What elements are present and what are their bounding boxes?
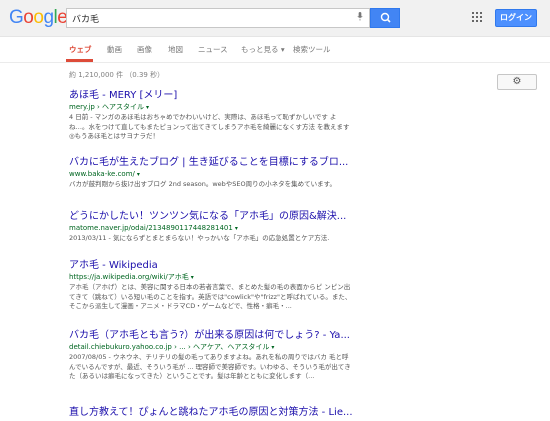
result-url-text: mery.jp › ヘアスタイル (69, 103, 145, 111)
result-title-link[interactable]: 直し方教えて！ぴょんと跳ねたアホ毛の原因と対策方法 - Lie... (69, 406, 354, 419)
search-input[interactable]: バカ毛 (66, 8, 370, 28)
result-url: detail.chiebukuro.yahoo.co.jp › ... › ヘア… (69, 342, 354, 353)
result-url: matome.naver.jp/odai/2134890117448281401… (69, 223, 354, 234)
result-url: https://ja.wikipedia.org/wiki/アホ毛 ▾ (69, 272, 354, 283)
result-url-text: detail.chiebukuro.yahoo.co.jp › ... › ヘア… (69, 343, 270, 351)
result-title-link[interactable]: アホ毛 - Wikipedia (69, 259, 354, 272)
search-icon (380, 12, 391, 23)
logo-letter: o (33, 7, 44, 28)
result-url-text: www.baka-ke.com/ (69, 170, 135, 178)
chevron-down-icon[interactable]: ▾ (235, 225, 238, 232)
result-snippet: 2013/03/11 - 気にならずとまとまらない！やっかいな「アホ毛」の応急処… (69, 234, 330, 242)
search-query: バカ毛 (72, 15, 100, 25)
search-result: アホ毛 - Wikipedia https://ja.wikipedia.org… (69, 259, 354, 312)
search-result: 直し方教えて！ぴょんと跳ねたアホ毛の原因と対策方法 - Lie... (69, 406, 354, 419)
search-result: バカ毛（アホ毛とも言う?）が出来る原因は何でしょう? - Ya... detai… (69, 329, 354, 382)
result-title-link[interactable]: どうにかしたい！ツンツン気になる「アホ毛」の原因&解決... (69, 210, 354, 223)
tab-news[interactable]: ニュース (198, 44, 228, 55)
active-tab-indicator (66, 59, 93, 62)
apps-grid-icon[interactable] (472, 12, 484, 24)
login-button[interactable]: ログイン (495, 9, 537, 27)
tab-web[interactable]: ウェブ (69, 44, 92, 55)
chevron-down-icon[interactable]: ▾ (191, 274, 194, 281)
google-logo[interactable]: Google (9, 7, 68, 29)
result-title-link[interactable]: バカに毛が生えたブログ | 生き延びることを目標にするブロ... (69, 156, 354, 169)
result-url-text: https://ja.wikipedia.org/wiki/アホ毛 (69, 273, 189, 281)
search-result: あほ毛 - MERY [メリー] mery.jp › ヘアスタイル ▾ 4 日前 … (69, 89, 354, 142)
chevron-down-icon[interactable]: ▾ (146, 104, 149, 111)
result-snippet: バカが鼓判剛から抜け出すブログ 2nd season。webやSEO周りの小ネタ… (69, 180, 337, 188)
result-snippet: 4 日前 - マンガのあほ毛はおちゃめでかわいいけど、実際は、あほ毛って恥ずかし… (69, 113, 350, 140)
result-url: mery.jp › ヘアスタイル ▾ (69, 102, 354, 113)
search-result: バカに毛が生えたブログ | 生き延びることを目標にするブロ... www.bak… (69, 156, 354, 190)
result-stats: 約 1,210,000 件 （0.39 秒） (69, 71, 165, 79)
result-url: www.baka-ke.com/▾ (69, 169, 354, 180)
tab-videos[interactable]: 動画 (107, 44, 122, 55)
result-title-link[interactable]: あほ毛 - MERY [メリー] (69, 89, 354, 102)
top-bar: Google バカ毛 ログイン (0, 0, 550, 37)
result-snippet: アホ毛（アホげ）とは、美容に関する日本の若者言葉で、まとめた髪の毛の表面からピ … (69, 283, 352, 310)
chevron-down-icon[interactable]: ▾ (137, 171, 140, 178)
settings-button[interactable]: ⚙ (497, 74, 537, 90)
search-button[interactable] (370, 8, 400, 28)
tab-more[interactable]: もっと見る ▾ (241, 44, 285, 55)
result-title-link[interactable]: バカ毛（アホ毛とも言う?）が出来る原因は何でしょう? - Ya... (69, 329, 354, 342)
logo-letter: g (43, 7, 54, 28)
tab-maps[interactable]: 地図 (168, 44, 183, 55)
tab-search-tools[interactable]: 検索ツール (293, 44, 331, 55)
gear-icon: ⚙ (512, 76, 522, 87)
logo-letter: o (23, 7, 34, 28)
result-snippet: 2007/08/05 - ウネウネ、チリチリの髪の毛ってありますよね。あれを私の… (69, 353, 351, 380)
chevron-down-icon[interactable]: ▾ (271, 344, 274, 351)
search-result: どうにかしたい！ツンツン気になる「アホ毛」の原因&解決... matome.na… (69, 210, 354, 244)
search-tabs: ウェブ 動画 画像 地図 ニュース もっと見る ▾ 検索ツール ⚙ (0, 36, 550, 90)
result-url-text: matome.naver.jp/odai/2134890117448281401 (69, 224, 233, 232)
microphone-icon[interactable] (357, 12, 363, 21)
logo-letter: G (9, 7, 24, 28)
tab-images[interactable]: 画像 (137, 44, 152, 55)
